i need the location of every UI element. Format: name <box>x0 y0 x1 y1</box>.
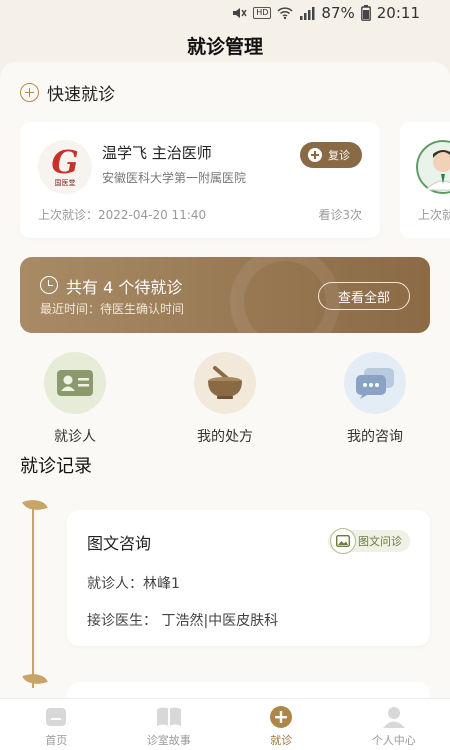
plus-icon <box>308 148 322 162</box>
nav-visits[interactable]: 就诊 <box>225 699 338 750</box>
badge-label: 图文问诊 <box>358 535 402 548</box>
doctor-card[interactable]: 上次就 <box>400 122 450 238</box>
nav-stories[interactable]: 诊室故事 <box>113 699 226 750</box>
mortar-icon <box>194 352 256 414</box>
nav-label: 诊室故事 <box>146 734 191 747</box>
mute-icon <box>233 8 247 18</box>
shortcut-label: 就诊人 <box>54 429 96 445</box>
home-icon <box>43 705 69 729</box>
records-title: 就诊记录 <box>20 456 92 477</box>
revisit-label: 复诊 <box>328 149 350 162</box>
revisit-button[interactable]: 复诊 <box>300 142 362 168</box>
consult-type-badge: 图文问诊 <box>328 528 410 554</box>
logo-mark: G <box>51 142 79 181</box>
doctor-name: 温学飞 主治医师 <box>102 144 212 162</box>
battery-icon <box>360 5 371 21</box>
wifi-icon <box>277 7 293 20</box>
nav-label: 个人中心 <box>371 734 416 747</box>
screen: HD 87% 20:11 就诊管理 快速就诊 G 国医堂 温学飞 主治医师 安徽… <box>0 0 450 750</box>
view-all-button[interactable]: 查看全部 <box>318 282 410 310</box>
record-type: 图文咨询 <box>87 534 152 553</box>
record-patient: 就诊人：林峰1 <box>87 576 180 592</box>
user-icon <box>381 705 407 729</box>
pending-subtitle: 最近时间：待医生确认时间 <box>40 302 185 316</box>
last-visit-time: 上次就诊：2022-04-20 11:40 <box>38 208 207 222</box>
id-card-icon <box>44 352 106 414</box>
shortcut-label: 我的处方 <box>197 429 253 445</box>
shortcut-prescriptions[interactable]: 我的处方 <box>170 352 280 446</box>
signal-icon <box>300 7 315 20</box>
status-icons: HD 87% 20:11 <box>231 4 420 22</box>
logo-text: 国医堂 <box>54 178 76 187</box>
record-card[interactable]: 图文咨询 图文问诊 就诊人：林峰1 接诊医生： 丁浩然|中医皮肤科 <box>67 510 430 646</box>
hd-icon: HD <box>253 7 272 19</box>
bottom-nav: 首页 诊室故事 就诊 个人中心 <box>0 698 450 750</box>
record-doctor: 接诊医生： 丁浩然|中医皮肤科 <box>87 613 279 629</box>
battery-percent: 87% <box>321 4 355 22</box>
clock-icon <box>40 276 58 294</box>
quick-consult-title: 快速就诊 <box>47 85 115 105</box>
shortcut-patients[interactable]: 就诊人 <box>20 352 130 446</box>
visit-count: 看诊3次 <box>318 208 362 222</box>
plus-icon <box>268 705 294 729</box>
nav-label: 首页 <box>45 734 68 747</box>
doctor-avatar-icon <box>416 140 450 194</box>
pending-visits-banner[interactable]: 共有 4 个待就诊 最近时间：待医生确认时间 查看全部 <box>20 257 430 333</box>
pending-title: 共有 4 个待就诊 <box>66 278 183 297</box>
nav-profile[interactable]: 个人中心 <box>338 699 450 750</box>
nav-label: 就诊 <box>270 734 293 747</box>
status-bar: HD 87% 20:11 <box>0 0 450 28</box>
last-visit-time: 上次就 <box>418 208 450 222</box>
page-title: 就诊管理 <box>186 36 263 58</box>
chat-icon <box>344 352 406 414</box>
shortcut-consultations[interactable]: 我的咨询 <box>320 352 430 446</box>
plus-circle-icon <box>20 83 39 102</box>
doctor-card[interactable]: G 国医堂 温学飞 主治医师 安徽医科大学第一附属医院 复诊 上次就诊：2022… <box>20 122 380 238</box>
shortcut-label: 我的咨询 <box>347 429 403 445</box>
nav-home[interactable]: 首页 <box>0 699 113 750</box>
hospital-logo: G 国医堂 <box>38 140 92 194</box>
timeline-line <box>32 508 34 688</box>
quick-consult-header: 快速就诊 <box>20 80 115 105</box>
book-icon <box>156 705 182 729</box>
doctor-avatar <box>416 140 450 194</box>
doctor-hospital: 安徽医科大学第一附属医院 <box>102 171 247 185</box>
clock-time: 20:11 <box>376 4 420 22</box>
image-icon <box>330 528 356 554</box>
